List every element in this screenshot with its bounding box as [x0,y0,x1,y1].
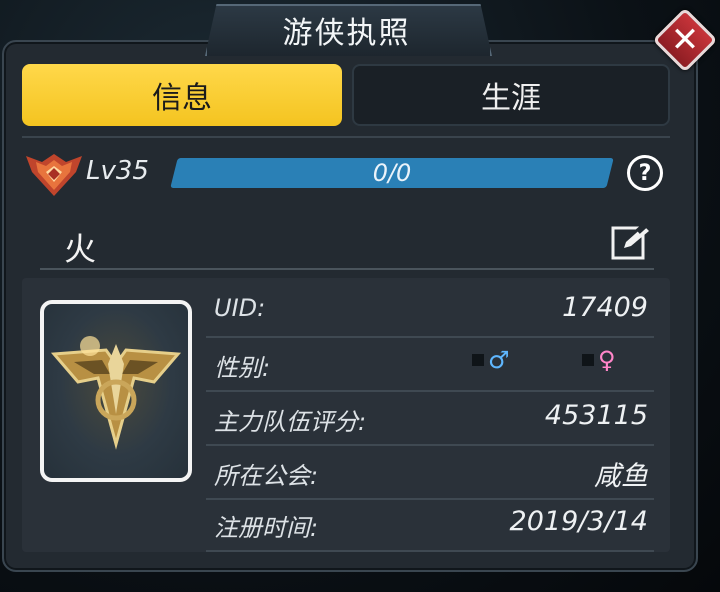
avatar-emblem-icon [50,336,182,450]
gender-label: 性别: [214,354,271,382]
tab-info[interactable]: 信息 [22,64,342,126]
close-button[interactable]: ✕ [652,7,718,73]
level-label: Lv35 [86,156,149,186]
window-title: 游侠执照 [282,16,411,51]
uid-row: UID: 17409 [206,282,654,338]
guild-row: 所在公会: 咸鱼 [206,444,654,500]
team-score-label: 主力队伍评分: [214,408,367,436]
edit-icon[interactable] [610,224,650,260]
register-time-row: 注册时间: 2019/3/14 [206,496,654,552]
register-time-label: 注册时间: [214,514,319,542]
divider [40,268,654,270]
help-icon[interactable]: ? [627,155,663,191]
uid-label: UID: [214,294,266,322]
player-name: 火 [64,230,97,268]
checkbox [472,354,484,366]
xp-text: 0/0 [372,159,412,187]
checkbox [582,354,594,366]
team-score-row: 主力队伍评分: 453115 [206,390,654,446]
gender-female-option[interactable]: ♀ [582,346,616,374]
uid-value: 17409 [562,292,648,323]
avatar[interactable] [40,300,192,482]
guild-label: 所在公会: [214,462,319,490]
tab-career[interactable]: 生涯 [352,64,670,126]
guild-value: 咸鱼 [594,461,648,492]
divider [22,136,670,138]
register-time-value: 2019/3/14 [509,506,648,537]
female-icon: ♀ [598,346,616,374]
team-score-value: 453115 [544,400,648,431]
male-icon: ♂ [488,346,510,374]
rank-emblem-icon [26,154,82,196]
gender-male-option[interactable]: ♂ [472,346,510,374]
